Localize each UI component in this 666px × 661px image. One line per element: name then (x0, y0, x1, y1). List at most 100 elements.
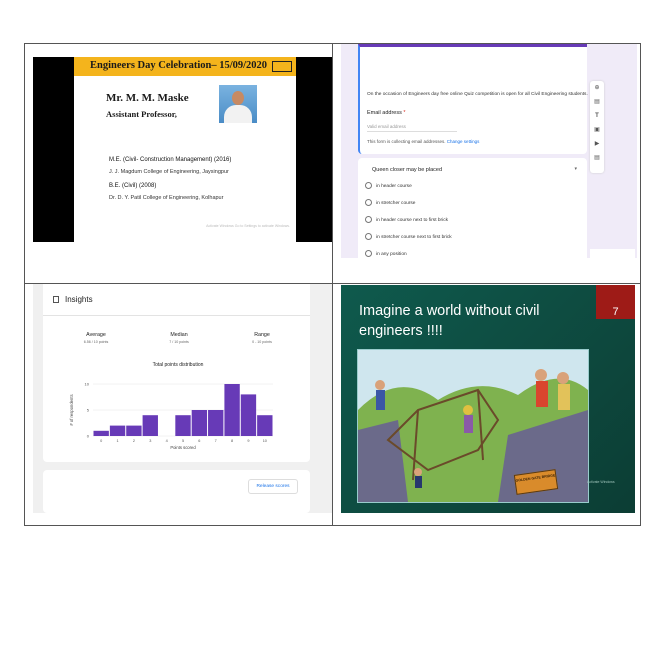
bar (257, 415, 273, 436)
x-tick-label: 2 (133, 439, 135, 443)
option-radio[interactable]: in any position (365, 250, 407, 257)
form-description: On the occasion of Engineers day free on… (367, 92, 588, 97)
bar (240, 394, 257, 436)
option-radio[interactable]: in stretcher course next to first brick (365, 233, 452, 240)
google-form-panel: On the occasion of Engineers day free on… (341, 44, 637, 258)
x-tick-label: 5 (182, 439, 184, 443)
person-body (536, 381, 548, 407)
person-body (415, 476, 422, 488)
change-settings-link[interactable]: Change settings (447, 139, 480, 144)
points-distribution-chart: 0 5 10 0 1 2 3 4 5 6 7 8 9 10 Points scored # of respon… (69, 382, 273, 450)
form-toolbar: ⊕ ▤ T ▣ ▶ ▤ (590, 81, 604, 173)
x-tick-label: 9 (247, 439, 249, 443)
profile-slide: Engineers Day Celebration– 15/09/2020 Mr… (74, 57, 296, 242)
slide-number: 7 (596, 285, 635, 319)
option-label: in header course (376, 183, 412, 189)
release-card: Release scores (43, 470, 310, 513)
chevron-down-icon[interactable]: ▾ (574, 166, 577, 172)
x-tick-label: 8 (231, 439, 233, 443)
option-radio[interactable]: in header course next to first brick (365, 216, 448, 223)
slide-header-bar: Engineers Day Celebration– 15/09/2020 (74, 57, 296, 76)
slide-profile-panel: Engineers Day Celebration– 15/09/2020 Mr… (33, 57, 332, 242)
y-tick-label: 10 (85, 382, 90, 387)
radio-icon[interactable] (365, 233, 372, 240)
insights-card: Insights Average 6.56 / 10 points Median… (43, 284, 310, 462)
email-field[interactable]: Valid email address (367, 124, 406, 129)
bar (126, 425, 142, 436)
question-card[interactable]: Queen closer may be placed ▾ in header c… (358, 158, 587, 258)
bar (175, 415, 191, 436)
email-label: Email address * (367, 110, 406, 116)
civil-engineers-slide: Imagine a world without civil engineers … (341, 285, 635, 513)
form-header-card: On the occasion of Engineers day free on… (358, 44, 588, 154)
bar (109, 425, 126, 436)
x-tick-label: 4 (166, 439, 168, 443)
side-panel-footer (590, 249, 635, 258)
title-icon[interactable]: T (590, 109, 604, 123)
x-tick-label: 1 (116, 439, 118, 443)
divider-vertical (332, 43, 333, 526)
radio-icon[interactable] (365, 182, 372, 189)
x-tick-label: 7 (215, 439, 217, 443)
x-tick-label: 3 (149, 439, 151, 443)
option-label: in any position (376, 251, 407, 257)
x-tick-label: 6 (198, 439, 200, 443)
activate-windows-watermark: Activate Windows Go to Settings to activ… (206, 224, 290, 228)
bar (224, 384, 240, 436)
option-radio[interactable]: in stretcher course (365, 199, 415, 206)
bar (208, 410, 224, 436)
x-tick-label: 0 (100, 439, 102, 443)
y-tick-label: 0 (87, 434, 90, 439)
radio-icon[interactable] (365, 199, 372, 206)
y-axis-label: # of respondents (69, 394, 74, 425)
person-head (535, 369, 547, 381)
qualification-degree: M.E. (Civil- Construction Management) (2… (109, 157, 232, 163)
y-tick-label: 5 (87, 408, 90, 413)
person-head (463, 405, 473, 415)
add-question-icon[interactable]: ⊕ (590, 81, 604, 95)
collecting-note: This form is collecting email addresses.… (367, 139, 479, 144)
bar (191, 410, 208, 436)
sign-text: GOLDEN GATE BRIDGE (515, 473, 556, 483)
photo-shirt (224, 105, 252, 123)
person-body (376, 390, 385, 410)
person-head (375, 380, 385, 390)
college-logo-icon (272, 61, 292, 72)
insights-panel: Insights Average 6.56 / 10 points Median… (33, 284, 332, 513)
x-axis-label: Points scored (170, 445, 196, 450)
presenter-photo (219, 85, 257, 123)
video-icon[interactable]: ▶ (590, 137, 604, 151)
cartoon-illustration: GOLDEN GATE BRIDGE (357, 349, 589, 503)
image-icon[interactable]: ▣ (590, 123, 604, 137)
photo-head (232, 91, 244, 105)
radio-icon[interactable] (365, 250, 372, 257)
collecting-note-text: This form is collecting email addresses. (367, 139, 446, 144)
person-head (414, 468, 422, 476)
section-icon[interactable]: ▤ (590, 151, 604, 165)
option-radio[interactable]: in header course (365, 182, 412, 189)
import-icon[interactable]: ▤ (590, 95, 604, 109)
option-label: in stretcher course next to first brick (376, 234, 452, 240)
qualification-college: J. J. Magdum College of Engineering, Jay… (109, 169, 229, 175)
email-label-text: Email address (367, 110, 402, 116)
qualification-college: Dr. D. Y. Patil College of Engineering, … (109, 195, 224, 201)
bar (93, 430, 109, 436)
activate-windows-watermark: Activate Windows (587, 480, 615, 484)
qualification-degree: B.E. (Civil) (2008) (109, 183, 157, 189)
release-scores-button[interactable]: Release scores (248, 479, 298, 494)
slide-header-title: Engineers Day Celebration– 15/09/2020 (90, 60, 268, 71)
option-label: in stretcher course (376, 200, 416, 206)
person-body (558, 384, 570, 410)
x-tick-label: 10 (263, 439, 267, 443)
slide-title: Imagine a world without civil engineers … (359, 303, 540, 339)
option-label: in header course next to first brick (376, 217, 448, 223)
bar (142, 415, 158, 436)
person-head (557, 372, 569, 384)
question-title: Queen closer may be placed (372, 167, 443, 173)
email-field-underline (367, 131, 457, 132)
presenter-name: Mr. M. M. Maske (106, 92, 189, 104)
person-body (464, 415, 473, 433)
required-mark: * (403, 110, 406, 116)
radio-icon[interactable] (365, 216, 372, 223)
presenter-role: Assistant Professor, (106, 109, 177, 119)
